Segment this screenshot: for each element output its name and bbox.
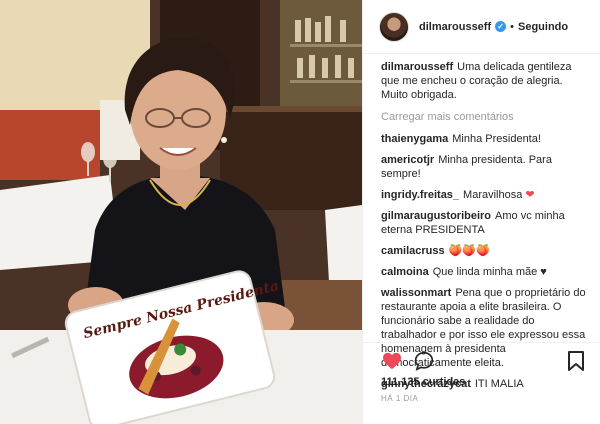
comment-username[interactable]: calmoina xyxy=(381,266,429,278)
comment-username[interactable]: walissonmart xyxy=(381,287,451,299)
comment-text: 🍑🍑🍑 xyxy=(448,245,490,257)
post-header: dilmarousseff ✓ • Seguindo xyxy=(363,0,600,54)
photo-illustration: Sempre Nossa Presidenta xyxy=(0,0,362,424)
comment-username[interactable]: thaienygama xyxy=(381,133,448,145)
post-sidebar: dilmarousseff ✓ • Seguindo dilmarousseff… xyxy=(362,0,600,424)
load-more-comments-link[interactable]: Carregar mais comentários xyxy=(381,110,589,124)
following-button[interactable]: Seguindo xyxy=(518,21,568,33)
caption: dilmarousseff Uma delicada gentileza que … xyxy=(381,60,589,102)
like-button[interactable] xyxy=(381,350,403,372)
heart-icon xyxy=(383,352,401,369)
list-item: ingridy.freitas_ Maravilhosa ❤ xyxy=(381,188,589,202)
caption-username[interactable]: dilmarousseff xyxy=(381,61,453,73)
comment-button[interactable] xyxy=(413,350,435,372)
comment-text: Minha Presidenta! xyxy=(452,133,541,145)
comment-icon xyxy=(414,351,434,371)
comment-text: ITI MALIA xyxy=(474,378,524,390)
separator-dot: • xyxy=(510,20,514,33)
post-photo[interactable]: Sempre Nossa Presidenta xyxy=(0,0,362,424)
comment-username[interactable]: gilmaraugustoribeiro xyxy=(381,210,491,222)
comment-text: Que linda minha mãe ♥ xyxy=(432,266,547,278)
verified-icon: ✓ xyxy=(495,21,507,32)
likes-count[interactable]: 111.135 curtidas xyxy=(381,376,465,388)
comment-username[interactable]: camilacruss xyxy=(381,245,445,257)
bookmark-icon xyxy=(568,350,584,371)
comment-text: Maravilhosa xyxy=(463,189,523,201)
action-bar xyxy=(363,342,600,372)
avatar[interactable] xyxy=(379,11,409,42)
author-username[interactable]: dilmarousseff xyxy=(419,21,491,33)
list-item: gilmaraugustoribeiro Amo vc minha eterna … xyxy=(381,209,589,237)
heart-emoji: ❤ xyxy=(525,189,535,201)
list-item: camilacruss 🍑🍑🍑 xyxy=(381,244,589,258)
save-button[interactable] xyxy=(565,350,587,372)
list-item: calmoina Que linda minha mãe ♥ xyxy=(381,265,589,279)
comment-username[interactable]: americotjr xyxy=(381,154,434,166)
post-timestamp: HÁ 1 DIA xyxy=(381,394,419,403)
comment-username[interactable]: ingridy.freitas_ xyxy=(381,189,459,201)
list-item: thaienygama Minha Presidenta! xyxy=(381,132,589,146)
list-item: americotjr Minha presidenta. Para sempre! xyxy=(381,153,589,181)
